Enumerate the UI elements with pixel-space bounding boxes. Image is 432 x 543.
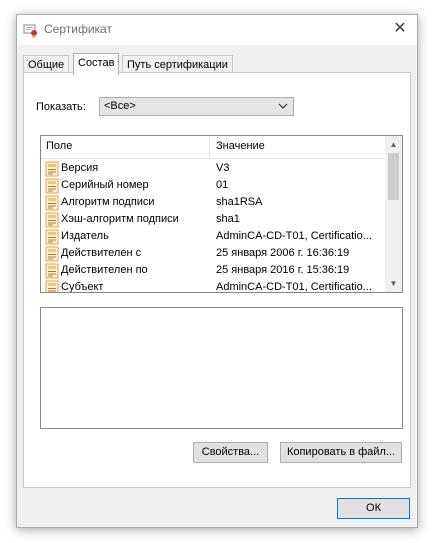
- list-item[interactable]: Издатель AdminCA-CD-T01, Certificatio...: [41, 229, 384, 246]
- field-icon: [45, 246, 59, 262]
- details-panel: Показать: <Все> Поле Значение Версия V3 Се…: [23, 72, 411, 488]
- scroll-up-icon[interactable]: ▲: [385, 136, 402, 153]
- field-icon: [45, 178, 59, 194]
- field-value: V3: [216, 162, 230, 174]
- title-bar: Сертификат ✕: [17, 15, 417, 45]
- field-icon: [45, 263, 59, 279]
- show-dropdown-value: <Все>: [104, 100, 136, 112]
- show-label: Показать:: [36, 101, 86, 113]
- field-value: sha1: [216, 213, 240, 225]
- field-name: Издатель: [61, 230, 109, 242]
- copy-to-file-button[interactable]: Копировать в файл...: [280, 442, 402, 463]
- column-value-header[interactable]: Значение: [216, 140, 265, 152]
- list-item[interactable]: Субъект AdminCA-CD-T01, Certificatio...: [41, 280, 384, 293]
- field-value: 25 января 2006 г. 16:36:19: [216, 247, 350, 259]
- show-dropdown[interactable]: <Все>: [99, 97, 294, 116]
- field-name: Субъект: [61, 281, 104, 293]
- field-name: Алгоритм подписи: [61, 196, 155, 208]
- ok-button[interactable]: ОК: [337, 498, 410, 519]
- chevron-down-icon: [278, 103, 288, 109]
- list-item[interactable]: Алгоритм подписи sha1RSA: [41, 195, 384, 212]
- tab-strip: Общие Состав Путь сертификации: [23, 53, 413, 75]
- field-value: 25 января 2016 г. 15:36:19: [216, 264, 350, 276]
- list-header: Поле Значение: [41, 136, 384, 159]
- column-divider[interactable]: [209, 136, 210, 158]
- column-field-header[interactable]: Поле: [46, 140, 72, 152]
- scroll-thumb[interactable]: [388, 153, 399, 200]
- scroll-down-icon[interactable]: ▼: [385, 275, 402, 292]
- field-name: Версия: [61, 162, 99, 174]
- vertical-scrollbar[interactable]: ▲ ▼: [385, 136, 402, 292]
- list-item[interactable]: Действителен по 25 января 2016 г. 15:36:1…: [41, 263, 384, 280]
- field-icon: [45, 280, 59, 292]
- close-icon[interactable]: ✕: [389, 18, 411, 40]
- list-item[interactable]: Действителен с 25 января 2006 г. 16:36:19: [41, 246, 384, 263]
- field-icon: [45, 229, 59, 245]
- field-icon: [45, 195, 59, 211]
- field-icon: [45, 212, 59, 228]
- list-item[interactable]: Версия V3: [41, 161, 384, 178]
- field-name: Действителен по: [61, 264, 148, 276]
- field-name: Хэш-алгоритм подписи: [61, 213, 179, 225]
- field-icon: [45, 161, 59, 177]
- list-item[interactable]: Серийный номер 01: [41, 178, 384, 195]
- certificate-icon: [23, 24, 37, 38]
- certificate-dialog: Сертификат ✕ Общие Состав Путь сертифика…: [16, 14, 418, 528]
- field-value: sha1RSA: [216, 196, 263, 208]
- field-value: AdminCA-CD-T01, Certificatio...: [216, 281, 372, 293]
- fields-list[interactable]: Поле Значение Версия V3 Серийный номер 01 Ал…: [40, 135, 403, 293]
- tab-details[interactable]: Состав: [73, 53, 120, 75]
- properties-button[interactable]: Свойства...: [193, 442, 268, 463]
- field-name: Действителен с: [61, 247, 142, 259]
- field-value: 01: [216, 179, 229, 191]
- field-name: Серийный номер: [61, 179, 149, 191]
- field-value: AdminCA-CD-T01, Certificatio...: [216, 230, 372, 242]
- list-rows: Версия V3 Серийный номер 01 Алгоритм подписи…: [41, 161, 384, 293]
- list-item[interactable]: Хэш-алгоритм подписи sha1: [41, 212, 384, 229]
- window-title: Сертификат: [44, 22, 112, 36]
- field-value-textbox[interactable]: [40, 307, 403, 429]
